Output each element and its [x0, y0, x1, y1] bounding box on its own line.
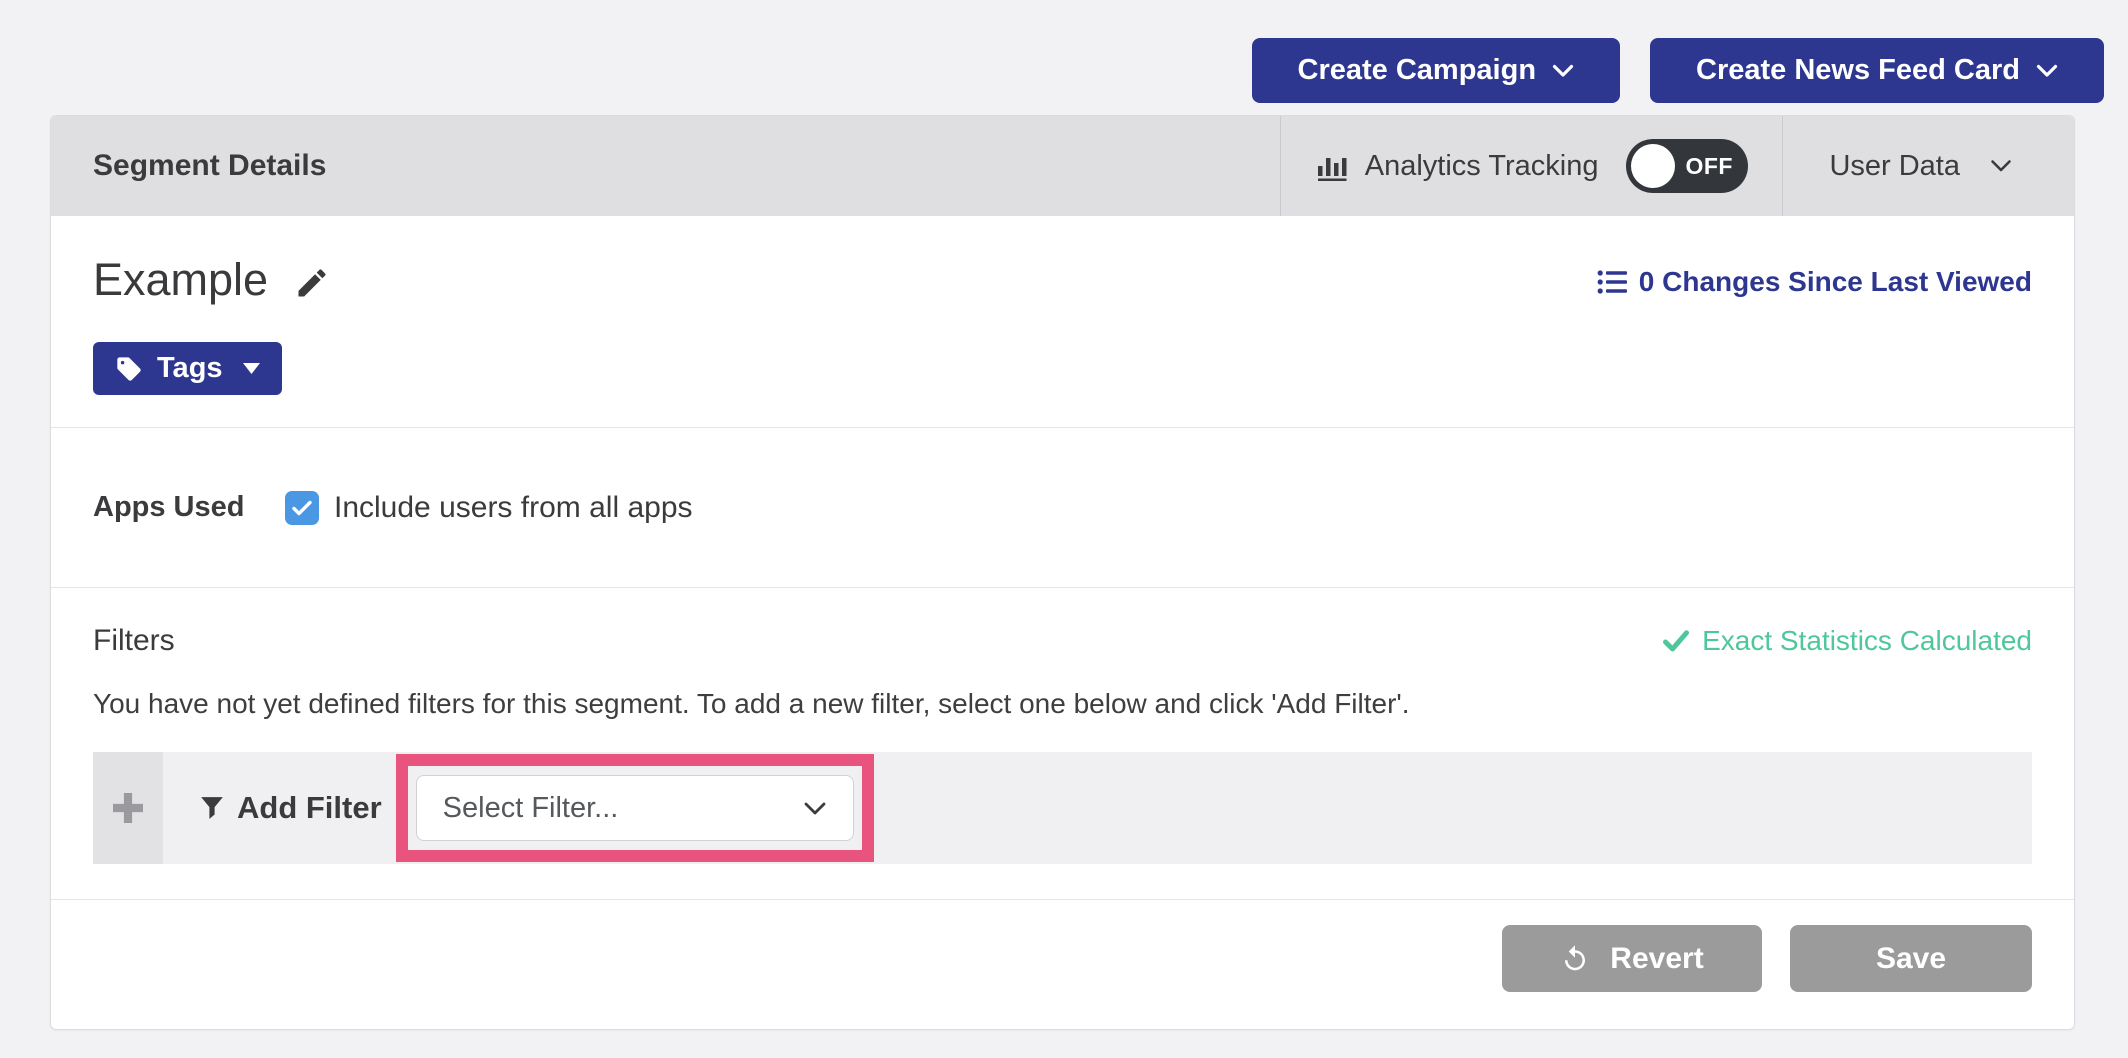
plus-icon: [113, 793, 143, 823]
changes-link-label: 0 Changes Since Last Viewed: [1639, 266, 2032, 298]
add-filter-row: Add Filter Select Filter...: [93, 752, 2032, 864]
add-filter-plus-button[interactable]: [93, 752, 163, 864]
changes-since-last-viewed-link[interactable]: 0 Changes Since Last Viewed: [1597, 266, 2032, 298]
apps-used-label: Apps Used: [93, 491, 285, 524]
filter-select-placeholder: Select Filter...: [443, 792, 619, 825]
save-button[interactable]: Save: [1790, 925, 2032, 992]
pencil-icon[interactable]: [294, 265, 330, 301]
exact-statistics-status: Exact Statistics Calculated: [1663, 625, 2032, 657]
chevron-down-icon: [2036, 64, 2058, 78]
list-icon: [1597, 269, 1627, 295]
include-all-apps-checkbox[interactable]: Include users from all apps: [285, 491, 693, 525]
create-campaign-button[interactable]: Create Campaign: [1252, 38, 1621, 103]
segment-details-card: Segment Details Analytics Tracking OFF: [50, 115, 2075, 1030]
save-label: Save: [1876, 942, 1946, 976]
add-filter-label-group: Add Filter: [199, 752, 382, 864]
include-all-apps-label: Include users from all apps: [334, 491, 693, 525]
rotate-ccw-icon: [1560, 944, 1590, 974]
apps-used-section: Apps Used Include users from all apps: [51, 428, 2074, 588]
title-section: Example 0 Changes Since Last Viewed: [51, 216, 2074, 428]
analytics-tracking-toggle[interactable]: OFF: [1626, 139, 1748, 193]
create-news-feed-card-label: Create News Feed Card: [1696, 54, 2020, 87]
chevron-down-icon: [803, 801, 827, 816]
create-campaign-label: Create Campaign: [1298, 54, 1537, 87]
revert-label: Revert: [1610, 942, 1703, 976]
toggle-state-label: OFF: [1685, 153, 1733, 180]
bar-chart-icon: [1315, 149, 1349, 183]
user-data-label: User Data: [1829, 150, 1960, 183]
filters-label: Filters: [93, 624, 175, 658]
add-filter-label: Add Filter: [237, 790, 382, 826]
check-icon: [1663, 630, 1689, 652]
funnel-icon: [199, 795, 225, 821]
user-data-dropdown[interactable]: User Data: [1782, 116, 2074, 216]
caret-down-icon: [243, 363, 260, 374]
filters-section: Filters Exact Statistics Calculated You …: [51, 588, 2074, 899]
top-action-bar: Create Campaign Create News Feed Card: [1252, 38, 2104, 103]
tags-button[interactable]: Tags: [93, 342, 282, 395]
filters-description: You have not yet defined filters for thi…: [93, 688, 2032, 720]
page-title: Segment Details: [93, 149, 1280, 183]
analytics-tracking-control: Analytics Tracking OFF: [1280, 116, 1783, 216]
toggle-knob: [1631, 144, 1675, 188]
revert-button[interactable]: Revert: [1502, 925, 1762, 992]
create-news-feed-card-button[interactable]: Create News Feed Card: [1650, 38, 2104, 103]
chevron-down-icon: [1990, 159, 2012, 173]
checkbox-checked-icon[interactable]: [285, 491, 319, 525]
filter-select-dropdown[interactable]: Select Filter...: [416, 775, 854, 841]
tags-label: Tags: [157, 352, 223, 385]
tag-icon: [115, 355, 143, 383]
chevron-down-icon: [1552, 64, 1574, 78]
analytics-tracking-label: Analytics Tracking: [1365, 150, 1599, 183]
exact-statistics-label: Exact Statistics Calculated: [1702, 625, 2032, 657]
segment-name: Example: [93, 254, 268, 306]
card-footer: Revert Save: [51, 899, 2074, 1029]
card-header: Segment Details Analytics Tracking OFF: [51, 116, 2074, 216]
annotation-highlight-rectangle: Select Filter...: [396, 754, 874, 862]
